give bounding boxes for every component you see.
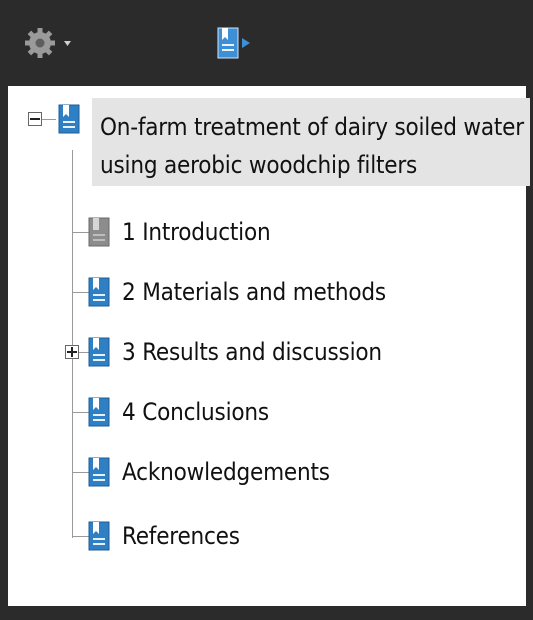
- bookmark-item-label: References: [122, 522, 240, 550]
- bookmark-item-conclusions[interactable]: 4 Conclusions: [120, 394, 500, 430]
- bookmark-icon: [88, 277, 110, 307]
- bookmark-icon: [88, 457, 110, 487]
- expand-toggle[interactable]: [65, 345, 79, 359]
- bookmark-icon: [88, 337, 110, 367]
- tree-line-branch: [42, 119, 56, 120]
- expand-bookmark-button[interactable]: [212, 24, 260, 64]
- bookmark-item-materials-and-methods[interactable]: 2 Materials and methods: [120, 274, 500, 310]
- bookmark-item-introduction[interactable]: 1 Introduction: [120, 214, 500, 250]
- bookmark-icon: [88, 397, 110, 427]
- chevron-down-icon: [64, 41, 71, 46]
- bookmark-root[interactable]: On-farm treatment of dairy soiled water …: [92, 98, 530, 186]
- bookmark-root-label: On-farm treatment of dairy soiled water …: [100, 113, 524, 179]
- bookmark-item-label: 4 Conclusions: [122, 398, 269, 426]
- panel-bottom-border: [0, 606, 533, 620]
- bookmark-item-acknowledgements[interactable]: Acknowledgements: [120, 454, 500, 490]
- bookmark-item-label: 3 Results and discussion: [122, 338, 382, 366]
- bookmark-icon: [88, 521, 110, 551]
- bookmark-item-references[interactable]: References: [120, 518, 500, 554]
- bookmarks-toolbar: [0, 0, 533, 86]
- bookmark-icon: [88, 217, 110, 247]
- minus-icon: [30, 118, 40, 120]
- options-menu-button[interactable]: [24, 26, 80, 60]
- bookmark-item-label: 1 Introduction: [122, 218, 271, 246]
- bookmark-item-results-and-discussion[interactable]: 3 Results and discussion: [120, 334, 500, 370]
- collapse-toggle[interactable]: [28, 112, 42, 126]
- bookmark-item-label: Acknowledgements: [122, 458, 330, 486]
- bookmark-expand-icon: [217, 27, 250, 59]
- bookmark-icon: [58, 104, 80, 134]
- bookmark-item-label: 2 Materials and methods: [122, 278, 386, 306]
- gear-icon: [25, 28, 71, 58]
- tree-line-vertical: [72, 150, 73, 538]
- bookmarks-panel: On-farm treatment of dairy soiled water …: [8, 86, 530, 606]
